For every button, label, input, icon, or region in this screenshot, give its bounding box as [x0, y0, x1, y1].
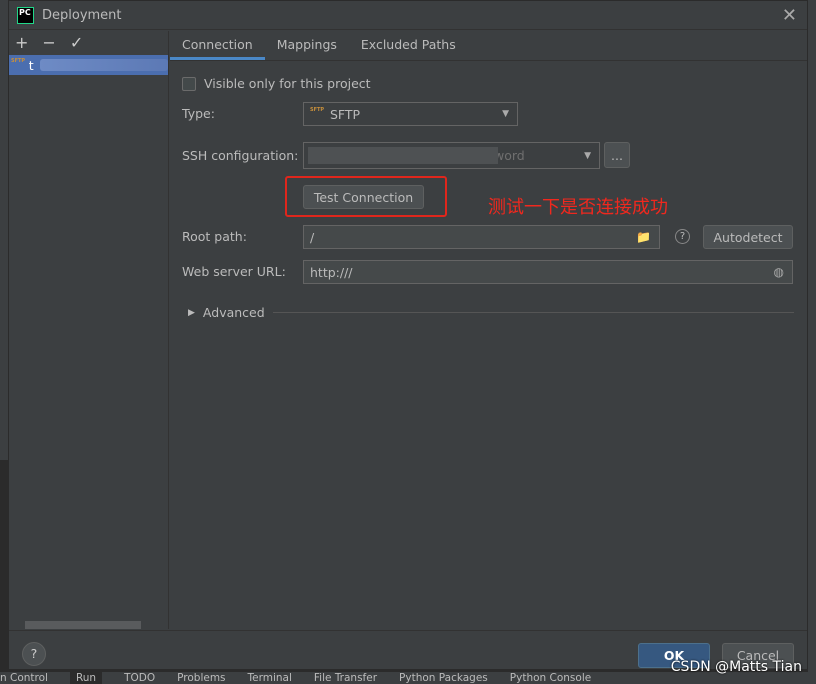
- separator: [272, 312, 794, 313]
- visible-only-label: Visible only for this project: [204, 76, 371, 91]
- advanced-label: Advanced: [202, 305, 265, 320]
- tool-terminal[interactable]: Terminal: [248, 672, 292, 684]
- tool-todo[interactable]: TODO: [124, 672, 155, 684]
- type-select[interactable]: SFTP SFTP ▼: [303, 102, 518, 126]
- web-url-label: Web server URL:: [182, 264, 286, 279]
- help-icon[interactable]: ?: [675, 229, 690, 244]
- sftp-icon: SFTP: [11, 58, 26, 64]
- blurred-name: [39, 59, 168, 71]
- advanced-section[interactable]: ▶ Advanced: [188, 305, 794, 320]
- root-path-value: /: [310, 229, 315, 245]
- check-icon[interactable]: ✓: [70, 33, 83, 52]
- blurred-value: [308, 147, 498, 164]
- tool-python-packages[interactable]: Python Packages: [399, 672, 488, 684]
- sftp-icon: SFTP: [310, 107, 325, 113]
- tool-file-transfer[interactable]: File Transfer: [314, 672, 377, 684]
- connection-panel: Connection Mappings Excluded Paths Visib…: [170, 31, 807, 629]
- server-name: t: [28, 57, 34, 73]
- title-bar: PC Deployment ✕: [9, 1, 807, 30]
- server-list-item[interactable]: SFTP t: [9, 55, 168, 75]
- autodetect-button[interactable]: Autodetect: [703, 225, 793, 249]
- ssh-config-label: SSH configuration:: [182, 148, 299, 163]
- server-list-panel: + − ✓ SFTP t: [9, 31, 169, 629]
- help-button[interactable]: ?: [22, 642, 46, 666]
- root-path-label: Root path:: [182, 229, 247, 244]
- horizontal-scrollbar[interactable]: [25, 621, 141, 629]
- tool-run[interactable]: Run: [69, 672, 103, 684]
- tab-bar: Connection Mappings Excluded Paths: [170, 31, 807, 61]
- ide-background-right: [808, 0, 816, 684]
- test-connection-button[interactable]: Test Connection: [303, 185, 424, 209]
- ssh-config-select[interactable]: word ▼: [303, 142, 600, 169]
- pycharm-logo: PC: [17, 6, 34, 24]
- chevron-down-icon: ▼: [584, 150, 591, 161]
- folder-icon[interactable]: 📁: [636, 230, 651, 244]
- tab-connection[interactable]: Connection: [170, 31, 265, 60]
- close-icon[interactable]: ✕: [782, 5, 797, 26]
- visible-only-row[interactable]: Visible only for this project: [182, 76, 371, 91]
- tab-mappings[interactable]: Mappings: [265, 31, 349, 60]
- remove-icon[interactable]: −: [42, 33, 55, 52]
- web-url-value: http:///: [310, 264, 353, 280]
- deployment-dialog: PC Deployment ✕ + − ✓ SFTP t Connection …: [8, 0, 808, 670]
- expand-arrow-icon[interactable]: ▶: [188, 308, 195, 318]
- watermark: CSDN @Matts Tian: [670, 659, 802, 675]
- ide-background-left: [0, 0, 8, 460]
- globe-icon[interactable]: ◍: [774, 265, 784, 279]
- tool-problems[interactable]: Problems: [177, 672, 225, 684]
- tool-version-control[interactable]: n Control: [0, 672, 48, 684]
- tool-python-console[interactable]: Python Console: [510, 672, 591, 684]
- annotation-text: 测试一下是否连接成功: [488, 197, 668, 218]
- visible-only-checkbox[interactable]: [182, 76, 196, 91]
- ssh-config-more-button[interactable]: ...: [604, 142, 630, 168]
- ssh-config-value: word: [494, 148, 525, 163]
- web-url-input[interactable]: http:/// ◍: [303, 260, 793, 284]
- type-label: Type:: [182, 106, 215, 121]
- add-icon[interactable]: +: [15, 33, 28, 52]
- chevron-down-icon: ▼: [502, 109, 509, 119]
- tab-excluded-paths[interactable]: Excluded Paths: [349, 31, 468, 60]
- type-value: SFTP: [330, 106, 361, 122]
- dialog-title: Deployment: [42, 7, 122, 23]
- server-toolbar: + − ✓: [9, 31, 168, 53]
- root-path-input[interactable]: / 📁: [303, 225, 660, 249]
